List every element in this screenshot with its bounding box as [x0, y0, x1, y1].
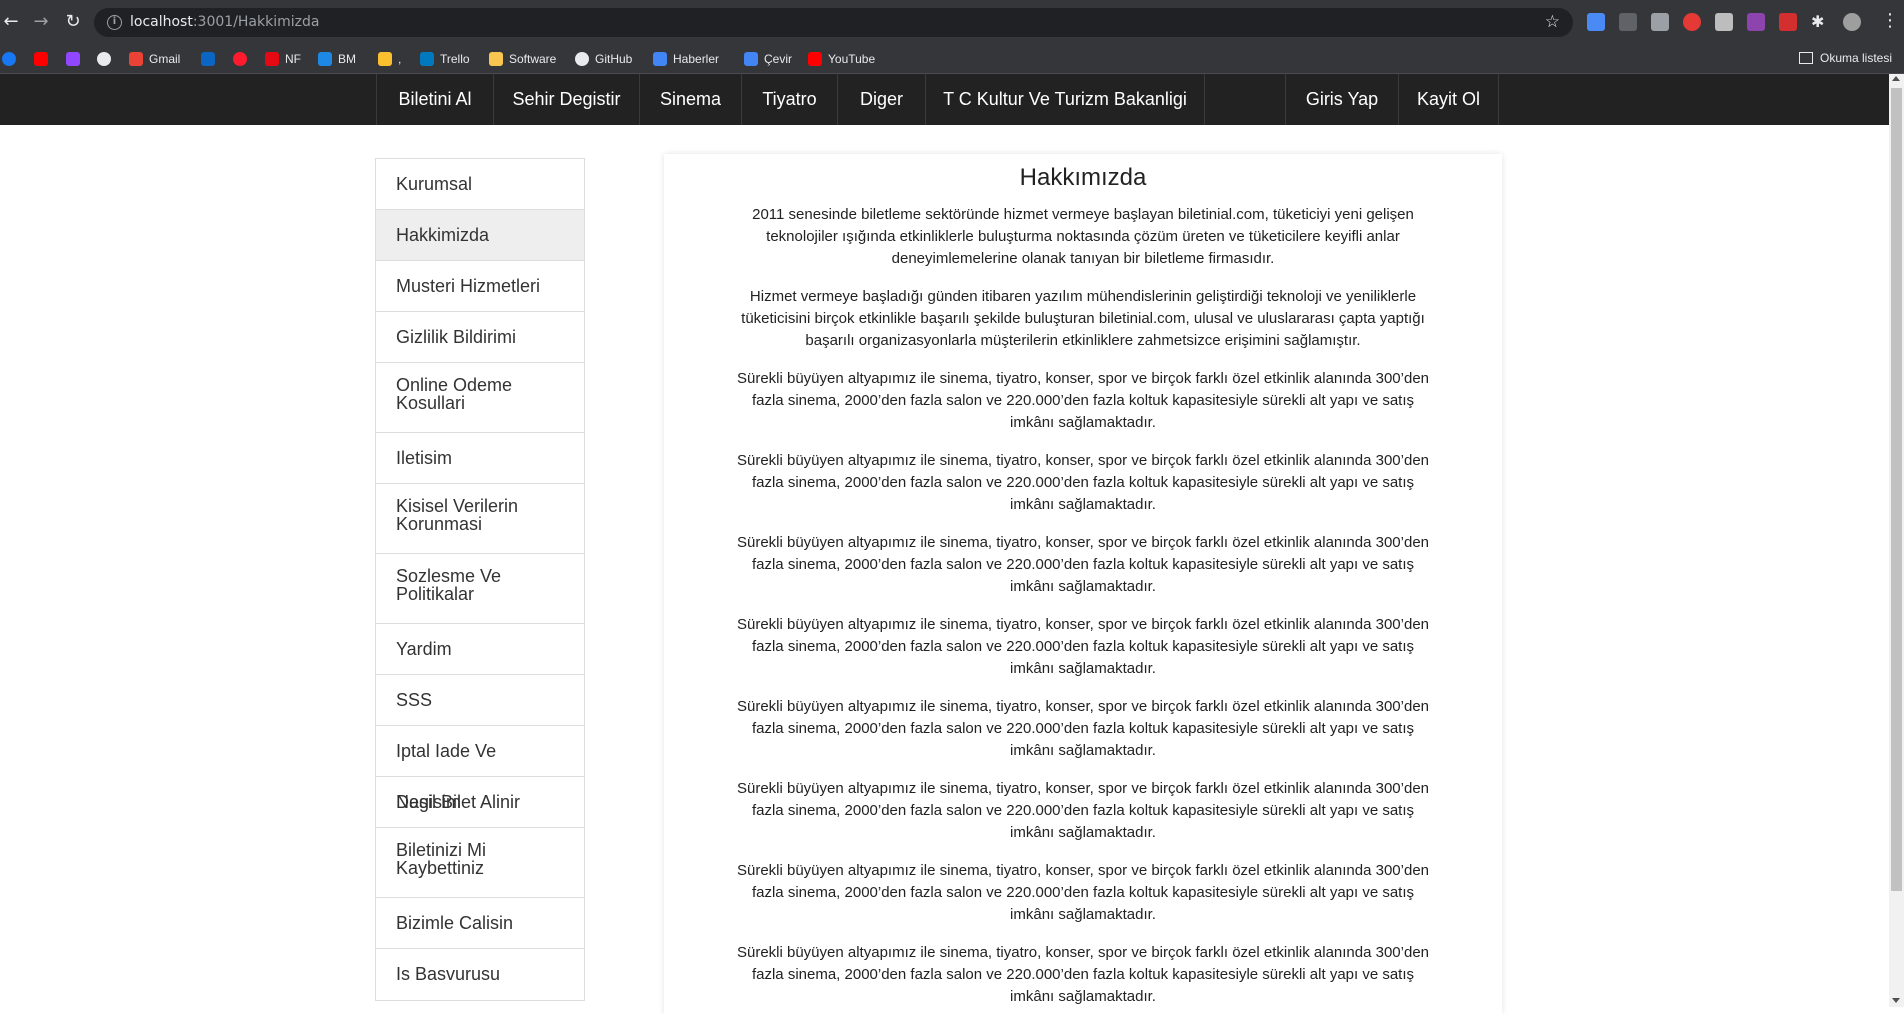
nav-tiyatro[interactable]: Tiyatro [742, 74, 838, 125]
paragraph: Sürekli büyüyen altyapımız ile sinema, t… [736, 452, 1429, 513]
paragraph: Hizmet vermeye başladığı günden itibaren… [741, 288, 1425, 349]
address-bar[interactable]: i localhost:3001/Hakkimizda ☆ [94, 8, 1573, 37]
p-icon [378, 52, 392, 66]
bookmark-gmail[interactable]: Gmail [129, 51, 180, 67]
news-icon [653, 52, 667, 66]
paragraph: Sürekli büyüyen altyapımız ile sinema, t… [736, 698, 1429, 759]
sidebar-item-online-odeme[interactable]: Online Odeme Kosullari [376, 363, 584, 433]
gmail-icon [129, 52, 143, 66]
bookmark-youtube-2[interactable]: YouTube [808, 51, 875, 67]
reload-icon[interactable]: ↻ [62, 11, 84, 33]
facebook-icon [2, 52, 16, 66]
adblock-extension-icon[interactable] [1683, 13, 1701, 31]
pen-extension-icon[interactable] [1619, 13, 1637, 31]
sidebar-item-kisisel-veriler[interactable]: Kisisel Verilerin Korunmasi [376, 484, 584, 554]
bookmark-linkedin[interactable] [201, 51, 221, 67]
youtube-icon [34, 52, 48, 66]
bookmark-haberler[interactable]: Haberler [653, 51, 719, 67]
site-info-icon[interactable]: i [107, 15, 122, 30]
bookmark-netflix[interactable]: NF [265, 51, 301, 67]
forward-icon[interactable]: → [30, 11, 52, 33]
bookmark-facebook[interactable] [2, 51, 22, 67]
reading-list-icon [1799, 52, 1813, 64]
translate-extension-icon[interactable] [1587, 13, 1605, 31]
paragraph: Sürekli büyüyen altyapımız ile sinema, t… [736, 534, 1429, 595]
url-text[interactable]: localhost:3001/Hakkimizda [130, 14, 319, 30]
folder-icon [489, 52, 503, 66]
linkedin-icon [201, 52, 215, 66]
bookmark-github[interactable]: GitHub [575, 51, 632, 67]
red-extension-icon[interactable] [1779, 13, 1797, 31]
site-navbar: Biletini Al Sehir Degistir Sinema Tiyatr… [0, 74, 1904, 125]
sidebar-item-iletisim[interactable]: Iletisim [376, 433, 584, 484]
paragraph: Sürekli büyüyen altyapımız ile sinema, t… [736, 862, 1429, 923]
sidebar-item-musteri-hizmetleri[interactable]: Musteri Hizmetleri [376, 261, 584, 312]
nav-register[interactable]: Kayit Ol [1399, 74, 1499, 125]
bm-icon [318, 52, 332, 66]
page-title: Hakkımızda [1019, 164, 1147, 191]
sidebar-item-is-basvurusu[interactable]: Is Basvurusu [376, 949, 584, 1000]
sidebar-item-biletinizi-kaybettiniz[interactable]: Biletinizi Mi Kaybettiniz [376, 828, 584, 898]
scrollbar-thumb[interactable] [1891, 88, 1902, 891]
nav-kultur-bakanligi[interactable]: T C Kultur Ve Turizm Bakanligi [926, 74, 1205, 125]
image-extension-icon[interactable] [1715, 13, 1733, 31]
cast-extension-icon[interactable] [1651, 13, 1669, 31]
netflix-icon [265, 52, 279, 66]
nav-sehir-degistir[interactable]: Sehir Degistir [494, 74, 640, 125]
sidebar-item-hakkimizda[interactable]: Hakkimizda [376, 210, 584, 261]
scroll-up-arrow-icon[interactable] [1892, 76, 1900, 81]
bookmark-bm[interactable]: BM [318, 51, 356, 67]
page-scrollbar[interactable] [1889, 74, 1904, 1007]
bookmark-youtube-1[interactable] [34, 51, 54, 67]
scroll-down-arrow-icon[interactable] [1892, 998, 1900, 1003]
extensions-puzzle-icon[interactable]: ✱ [1811, 13, 1829, 31]
twitch-icon [66, 52, 80, 66]
bookmark-twitch[interactable] [66, 51, 86, 67]
about-content-panel: Hakkımızda 2011 senesinde biletleme sekt… [664, 154, 1502, 1014]
bookmark-p[interactable]: , [378, 51, 401, 67]
nav-biletini-al[interactable]: Biletini Al [377, 74, 494, 125]
profile-avatar[interactable] [1843, 13, 1861, 31]
globe-icon [97, 52, 111, 66]
nav-login[interactable]: Giris Yap [1286, 74, 1399, 125]
browser-menu-icon[interactable]: ⋮ [1881, 10, 1899, 31]
trello-icon [420, 52, 434, 66]
sidebar-item-yardim[interactable]: Yardim [376, 624, 584, 675]
sidebar-item-iptal-iade[interactable]: Iptal Iade Ve Degisim [376, 726, 584, 812]
sidebar-item-sss[interactable]: SSS [376, 675, 584, 726]
bookmark-trello[interactable]: Trello [420, 51, 470, 67]
purple-extension-icon[interactable] [1747, 13, 1765, 31]
opera-icon [233, 52, 247, 66]
about-text: 2011 senesinde biletleme sektöründe hizm… [664, 204, 1502, 1008]
github-icon [575, 52, 589, 66]
sidebar-item-nasil-bilet[interactable]: Nasil Bilet Alinir [376, 777, 584, 828]
bookmark-star-icon[interactable]: ☆ [1545, 12, 1560, 32]
sidebar-item-kurumsal[interactable]: Kurumsal [376, 159, 584, 210]
sidebar-item-gizlilik-bildirimi[interactable]: Gizlilik Bildirimi [376, 312, 584, 363]
bookmarks-bar: Gmail NF BM , Trello Software GitHub Hab… [0, 44, 1904, 74]
paragraph: Sürekli büyüyen altyapımız ile sinema, t… [736, 616, 1429, 677]
paragraph: Sürekli büyüyen altyapımız ile sinema, t… [736, 370, 1429, 431]
bookmark-software[interactable]: Software [489, 51, 556, 67]
youtube-icon [808, 52, 822, 66]
sidebar-item-sozlesme[interactable]: Sozlesme Ve Politikalar [376, 554, 584, 624]
bookmark-opera[interactable] [233, 51, 253, 67]
paragraph: Sürekli büyüyen altyapımız ile sinema, t… [736, 944, 1429, 1005]
sidebar-menu: Kurumsal Hakkimizda Musteri Hizmetleri G… [375, 158, 585, 1001]
reading-list-button[interactable]: Okuma listesi [1799, 51, 1892, 65]
bookmark-cevir[interactable]: Çevir [744, 51, 792, 67]
bookmark-globe[interactable] [97, 51, 117, 67]
paragraph: Sürekli büyüyen altyapımız ile sinema, t… [736, 780, 1429, 841]
nav-diger[interactable]: Diger [838, 74, 926, 125]
nav-sinema[interactable]: Sinema [640, 74, 742, 125]
sidebar-item-bizimle-calisin[interactable]: Bizimle Calisin [376, 898, 584, 949]
translate-icon [744, 52, 758, 66]
paragraph: 2011 senesinde biletleme sektöründe hizm… [752, 206, 1414, 267]
back-icon[interactable]: ← [0, 11, 22, 33]
browser-toolbar: ← → ↻ i localhost:3001/Hakkimizda ☆ ✱ ⋮ [0, 0, 1904, 44]
